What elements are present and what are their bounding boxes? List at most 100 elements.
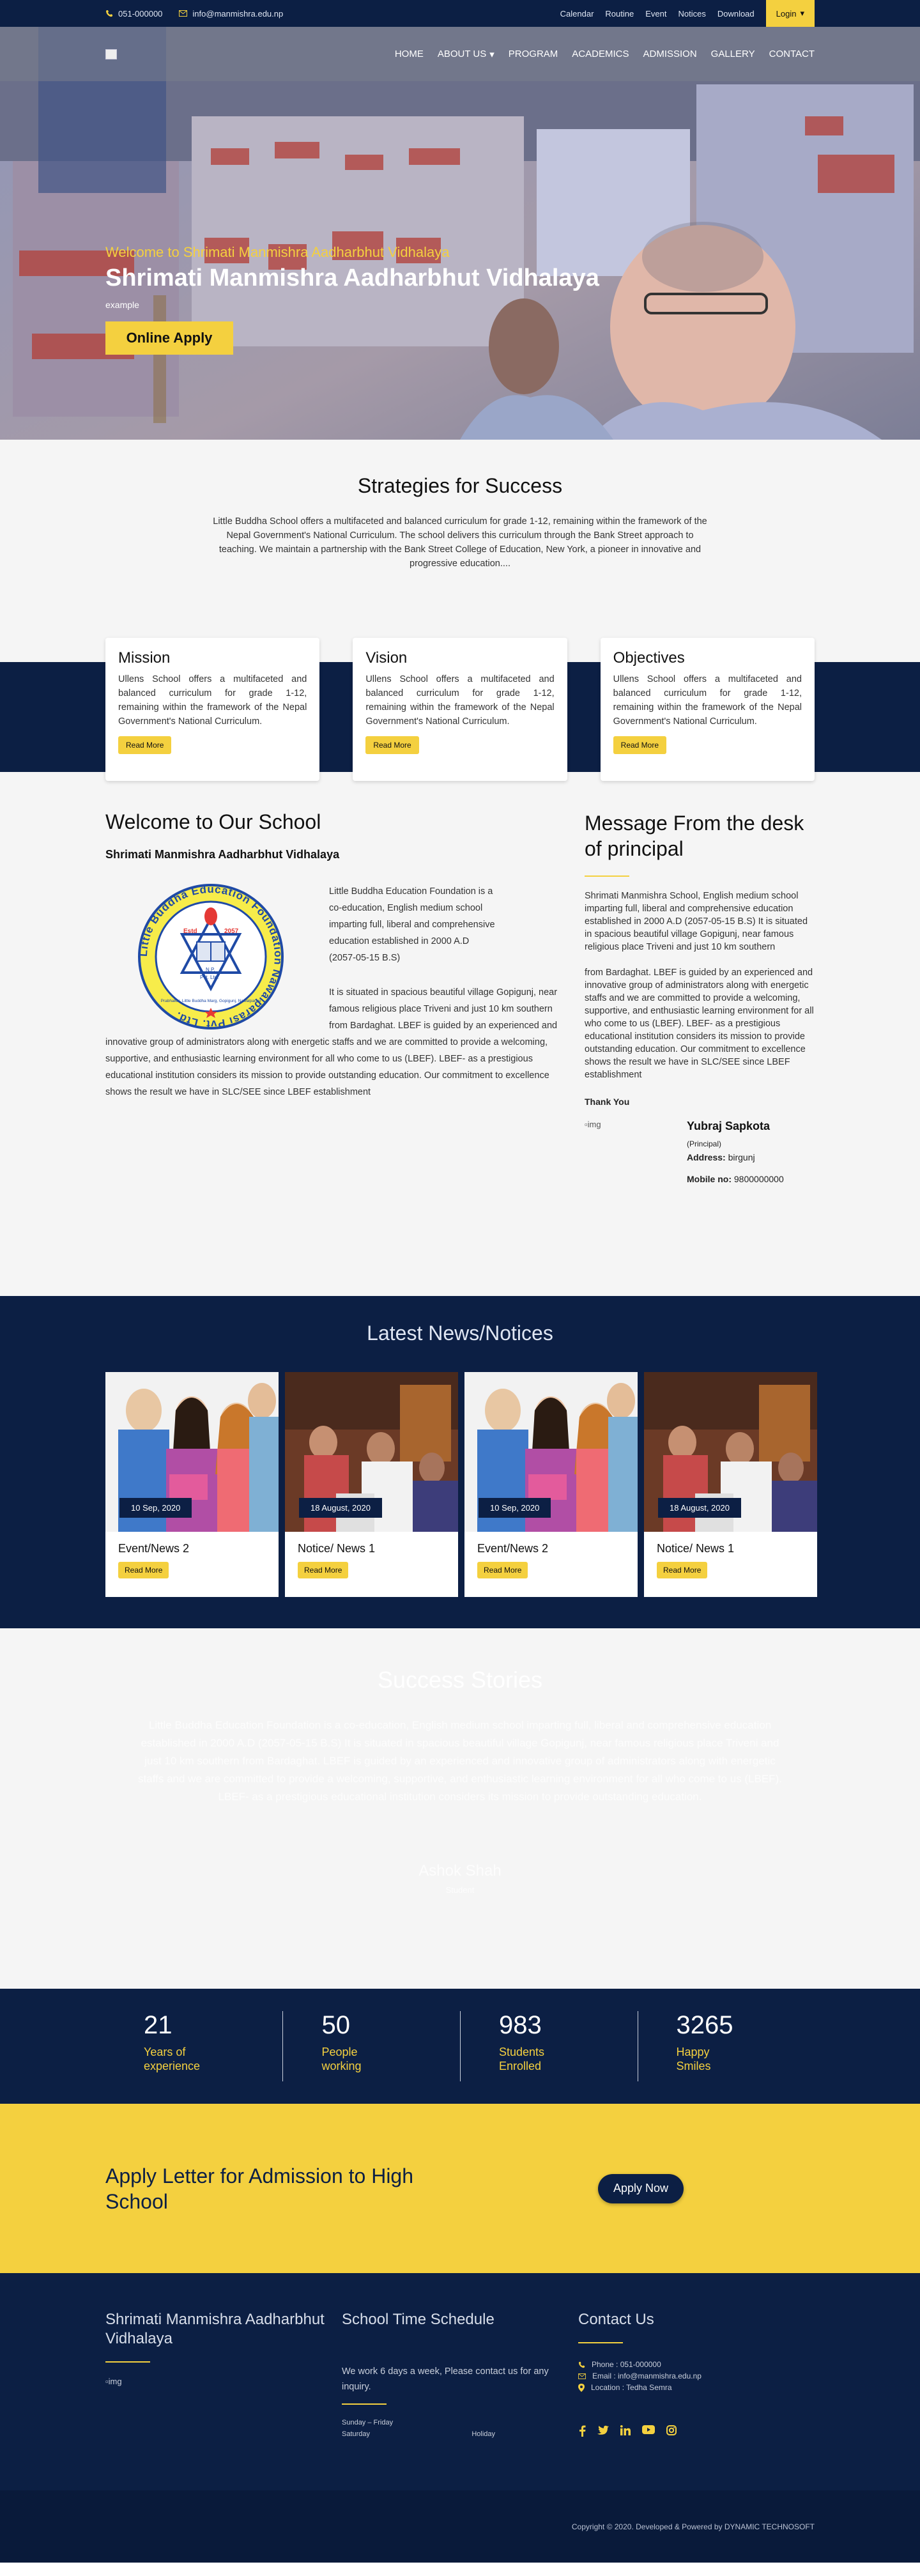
news-date: 10 Sep, 2020	[479, 1498, 551, 1518]
page-bottom-spacer	[0, 2563, 920, 2576]
news-date: 18 August, 2020	[658, 1498, 741, 1518]
top-link-download[interactable]: Download	[717, 9, 755, 19]
principal-role: (Principal)	[687, 1139, 722, 1148]
news-card[interactable]: 10 Sep, 2020 Event/News 2 Read More	[105, 1372, 279, 1597]
logo-estd: Estd	[183, 928, 197, 935]
news-grid: 10 Sep, 2020 Event/News 2 Read More 18 A…	[105, 1372, 817, 1597]
caret-down-icon: ▾	[800, 8, 804, 18]
objectives-card: Objectives Ullens School offers a multif…	[600, 638, 815, 781]
logo-year: 2057	[224, 928, 239, 935]
card-text: Ullens School offers a multifaceted and …	[365, 674, 555, 727]
stat-students: 983 Students Enrolled	[459, 2011, 638, 2081]
title-underline	[585, 875, 629, 877]
news-card[interactable]: 18 August, 2020 Notice/ News 1 Read More	[644, 1372, 817, 1597]
strategies-text: Little Buddha School offers a multifacet…	[213, 516, 707, 569]
nav-home[interactable]: HOME	[395, 49, 424, 60]
twitter-icon[interactable]	[597, 2425, 609, 2435]
news-read-more-button[interactable]: Read More	[118, 1562, 169, 1578]
card-text: Ullens School offers a multifaceted and …	[118, 674, 307, 727]
welcome-title: Welcome to Our School	[105, 810, 321, 833]
login-button[interactable]: Login ▾	[765, 0, 815, 27]
apply-now-button[interactable]: Apply Now	[598, 2173, 684, 2203]
news-photo-students: 10 Sep, 2020	[105, 1372, 279, 1532]
mission-vision-cards: Mission Ullens School offers a multiface…	[0, 638, 920, 781]
schedule-underline	[342, 2403, 387, 2405]
footer-contact-title: Contact Us	[578, 2311, 654, 2328]
nav-program[interactable]: PROGRAM	[509, 49, 558, 60]
footer-email[interactable]: Email : info@manmishra.edu.np	[578, 2372, 815, 2380]
principal-thanks: Thank You	[585, 1097, 630, 1107]
stat-number: 983	[498, 2011, 542, 2039]
address-label: Address:	[687, 1152, 726, 1162]
vision-card: Vision Ullens School offers a multifacet…	[353, 638, 567, 781]
nav-menu: HOME ABOUT US ▾ PROGRAM ACADEMICS ADMISSI…	[395, 49, 815, 60]
news-read-more-button[interactable]: Read More	[298, 1562, 349, 1578]
footer-email-text: Email : info@manmishra.edu.np	[592, 2372, 702, 2380]
hero-banner: HOME ABOUT US ▾ PROGRAM ACADEMICS ADMISSI…	[0, 27, 920, 440]
vision-read-more-button[interactable]: Read More	[365, 736, 419, 754]
stat-label: Years of experience	[144, 2046, 201, 2072]
card-title: Objectives	[613, 649, 685, 667]
objectives-read-more-button[interactable]: Read More	[613, 736, 667, 754]
logo-inner-text: Prabhakar, Little Buddha Marg, Gopigunj,…	[161, 999, 261, 1003]
copyright-bar: Copyright © 2020. Developed & Powered by…	[0, 2490, 920, 2563]
facebook-icon[interactable]	[578, 2425, 586, 2437]
nav-admission[interactable]: ADMISSION	[643, 49, 696, 60]
footer-school-title: Shrimati Manmishra Aadharbhut Vidhalaya	[105, 2311, 325, 2347]
welcome-subtitle: Shrimati Manmishra Aadharbhut Vidhalaya	[105, 848, 340, 861]
site-logo[interactable]	[105, 49, 117, 59]
card-text: Ullens School offers a multifaceted and …	[613, 674, 802, 727]
news-read-more-button[interactable]: Read More	[477, 1562, 528, 1578]
news-section: Latest News/Notices 10 Sep, 2020 Event/N…	[0, 1296, 920, 1628]
news-read-more-button[interactable]: Read More	[657, 1562, 708, 1578]
hero-caption: Welcome to Shrimati Manmishra Aadharbhut…	[105, 244, 599, 355]
mission-read-more-button[interactable]: Read More	[118, 736, 172, 754]
phone-icon	[106, 10, 112, 17]
card-title: Vision	[365, 649, 408, 667]
news-card[interactable]: 18 August, 2020 Notice/ News 1 Read More	[285, 1372, 458, 1597]
news-photo-students: 10 Sep, 2020	[464, 1372, 638, 1532]
footer-contact-column: Contact Us Phone : 051-000000 Email : in…	[578, 2310, 815, 2438]
stat-number: 21	[144, 2011, 172, 2039]
nav-contact[interactable]: CONTACT	[769, 49, 815, 60]
stat-label: People working	[321, 2046, 362, 2072]
main-navbar: HOME ABOUT US ▾ PROGRAM ACADEMICS ADMISSI…	[0, 27, 920, 81]
instagram-icon[interactable]	[666, 2425, 677, 2435]
news-card-title: Notice/ News 1	[657, 1542, 735, 1555]
stat-people: 50 People working	[282, 2011, 460, 2081]
top-link-routine[interactable]: Routine	[605, 9, 634, 19]
success-text: Little Buddha Education Foundation is a …	[138, 1719, 782, 1803]
stat-label: Students Enrolled	[498, 2046, 545, 2072]
hero-subtitle: example	[105, 300, 139, 310]
footer-phone[interactable]: Phone : 051-000000	[578, 2360, 815, 2369]
principal-paragraph-1: Shrimati Manmishra School, English mediu…	[585, 891, 808, 952]
footer-location: Location : Tedha Semra	[578, 2383, 815, 2392]
nav-about-us[interactable]: ABOUT US ▾	[438, 49, 494, 60]
schedule-saturday: Saturday	[342, 2430, 371, 2438]
news-card[interactable]: 10 Sep, 2020 Event/News 2 Read More	[464, 1372, 638, 1597]
mission-card: Mission Ullens School offers a multiface…	[105, 638, 320, 781]
logo-np: N.P.	[206, 967, 215, 973]
online-apply-button[interactable]: Online Apply	[105, 321, 233, 355]
title-underline	[578, 2342, 623, 2343]
footer-logo-alt: img	[108, 2377, 122, 2386]
nav-academics[interactable]: ACADEMICS	[572, 49, 629, 60]
principal-photo: ▫img	[585, 1120, 687, 1184]
login-label: Login	[776, 8, 797, 19]
linkedin-icon[interactable]	[620, 2425, 631, 2435]
top-email[interactable]: info@manmishra.edu.np	[179, 9, 283, 19]
top-bar: 051-000000 info@manmishra.edu.np Calenda…	[0, 0, 920, 27]
youtube-icon[interactable]	[642, 2425, 655, 2434]
top-link-notices[interactable]: Notices	[678, 9, 705, 19]
principal-address: birgunj	[728, 1152, 755, 1162]
top-phone[interactable]: 051-000000	[105, 9, 162, 19]
stats-section: 21 Years of experience 50 People working…	[0, 1989, 920, 2104]
footer-schedule-column: School Time Schedule We work 6 days a we…	[342, 2310, 578, 2438]
nav-gallery[interactable]: GALLERY	[711, 49, 755, 60]
admission-banner: Apply Letter for Admission to High Schoo…	[0, 2104, 920, 2273]
top-link-event[interactable]: Event	[645, 9, 666, 19]
hero-background-image	[0, 27, 920, 440]
success-stories-section: Success Stories Little Buddha Education …	[0, 1628, 920, 1989]
principal-name: Yubraj Sapkota	[687, 1120, 770, 1132]
top-link-calendar[interactable]: Calendar	[560, 9, 594, 19]
